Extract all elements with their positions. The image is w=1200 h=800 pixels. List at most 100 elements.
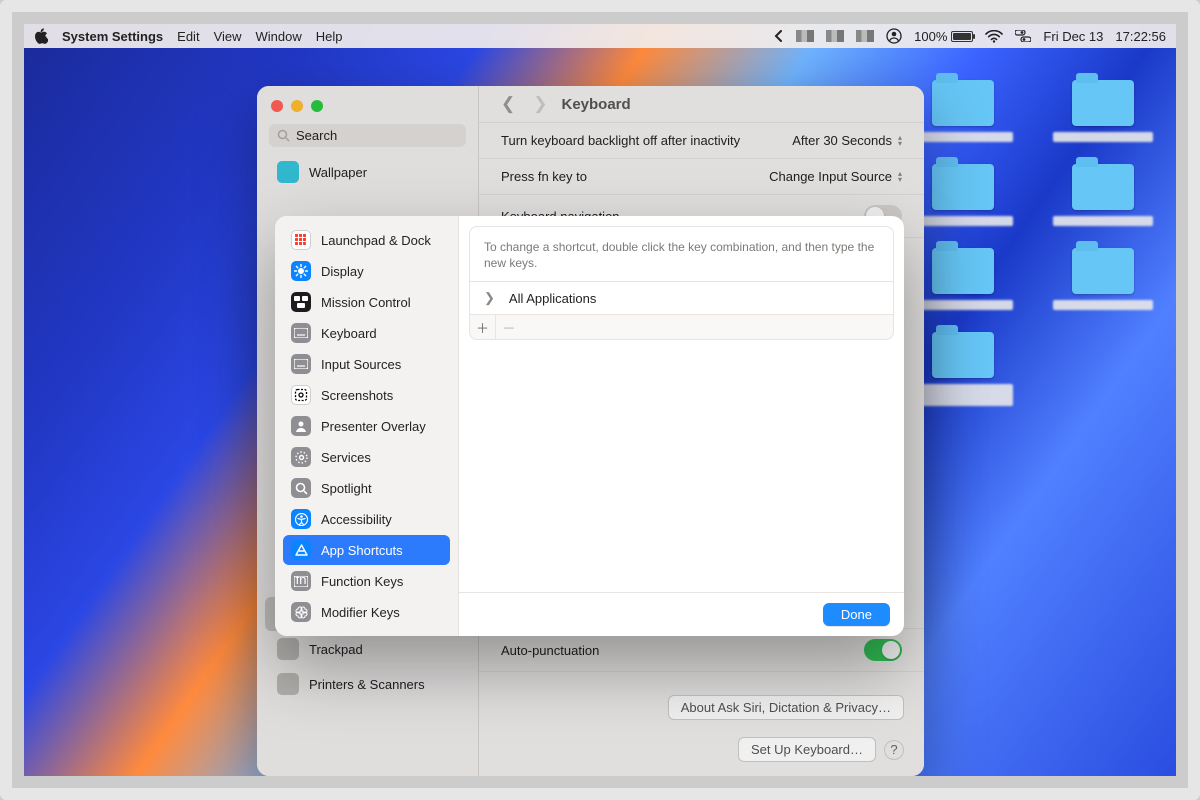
menubar-extra-icon[interactable] <box>796 30 814 42</box>
done-button[interactable]: Done <box>823 603 890 626</box>
trackpad-icon <box>277 638 299 660</box>
add-shortcut-button[interactable]: ＋ <box>470 315 496 339</box>
sheet-sidebar-label: Screenshots <box>321 388 393 403</box>
menubar-item-edit[interactable]: Edit <box>177 29 199 44</box>
sheet-sidebar-item[interactable]: Display <box>283 256 450 286</box>
sheet-sidebar-label: Services <box>321 450 371 465</box>
gear-icon <box>291 447 311 467</box>
sheet-sidebar-label: Modifier Keys <box>321 605 400 620</box>
window-controls <box>257 96 478 120</box>
menubar: System Settings Edit View Window Help 10… <box>24 24 1176 48</box>
sheet-sidebar-label: Input Sources <box>321 357 401 372</box>
menubar-time[interactable]: 17:22:56 <box>1115 29 1166 44</box>
sheet-sidebar: Launchpad & DockDisplayMission ControlKe… <box>275 216 459 636</box>
sheet-sidebar-item[interactable]: Launchpad & Dock <box>283 225 450 255</box>
shortcuts-group-row[interactable]: ❯ All Applications <box>469 282 894 315</box>
sidebar-item-wallpaper[interactable]: Wallpaper <box>265 155 470 189</box>
desktop-folder[interactable] <box>908 248 1018 310</box>
siri-privacy-button[interactable]: About Ask Siri, Dictation & Privacy… <box>668 695 904 720</box>
backlight-value-popup[interactable]: After 30 Seconds ▴▾ <box>792 133 902 148</box>
disclosure-chevron-icon: ❯ <box>484 290 495 306</box>
access-icon <box>291 509 311 529</box>
menubar-date[interactable]: Fri Dec 13 <box>1043 29 1103 44</box>
autopunct-toggle[interactable] <box>864 639 902 661</box>
help-button[interactable]: ? <box>884 740 904 760</box>
row-label: Press fn key to <box>501 169 587 184</box>
sheet-sidebar-item[interactable]: Presenter Overlay <box>283 411 450 441</box>
shortcuts-toolbar: ＋ － <box>469 315 894 340</box>
search-placeholder: Search <box>296 128 337 143</box>
sidebar-item-trackpad[interactable]: Trackpad <box>265 632 470 666</box>
sheet-sidebar-item[interactable]: fn Function Keys <box>283 566 450 596</box>
sheet-sidebar-item[interactable]: Modifier Keys <box>283 597 450 627</box>
desktop-folders <box>908 80 1158 406</box>
battery-icon <box>951 31 973 42</box>
wallpaper-icon <box>277 161 299 183</box>
sheet-sidebar-label: Spotlight <box>321 481 372 496</box>
menubar-extra-icon[interactable] <box>856 30 874 42</box>
mod-icon <box>291 602 311 622</box>
sheet-sidebar-item[interactable]: Input Sources <box>283 349 450 379</box>
desktop-folder[interactable] <box>1048 80 1158 142</box>
menubar-item-view[interactable]: View <box>214 29 242 44</box>
menubar-item-window[interactable]: Window <box>256 29 302 44</box>
remove-shortcut-button[interactable]: － <box>496 315 522 339</box>
shot-icon <box>291 385 311 405</box>
sheet-sidebar-item[interactable]: Spotlight <box>283 473 450 503</box>
desktop-folder[interactable] <box>908 332 1018 406</box>
sheet-sidebar-label: App Shortcuts <box>321 543 403 558</box>
group-label: All Applications <box>509 291 596 306</box>
row-label: Turn keyboard backlight off after inacti… <box>501 133 740 148</box>
sheet-hint: To change a shortcut, double click the k… <box>469 226 894 282</box>
desktop: System Settings Edit View Window Help 10… <box>24 24 1176 776</box>
desktop-folder[interactable] <box>908 164 1018 226</box>
apple-menu-icon[interactable] <box>34 28 48 44</box>
desktop-folder[interactable] <box>1048 164 1158 226</box>
battery-percent: 100% <box>914 29 947 44</box>
nav-forward-button[interactable]: ❯ <box>529 94 551 114</box>
nav-back-button[interactable]: ❮ <box>497 94 519 114</box>
fn-icon: fn <box>291 571 311 591</box>
user-icon[interactable] <box>886 28 902 44</box>
menubar-back-icon[interactable] <box>774 30 784 42</box>
sheet-sidebar-item[interactable]: Mission Control <box>283 287 450 317</box>
kbd-icon <box>291 354 311 374</box>
sheet-sidebar-item[interactable]: Keyboard <box>283 318 450 348</box>
menubar-app-name[interactable]: System Settings <box>62 29 163 44</box>
battery-status[interactable]: 100% <box>914 29 973 44</box>
sheet-sidebar-item[interactable]: Screenshots <box>283 380 450 410</box>
control-center-icon[interactable] <box>1015 30 1031 42</box>
grid-icon <box>291 230 311 250</box>
kbd-icon <box>291 323 311 343</box>
stepper-icon: ▴▾ <box>898 171 902 183</box>
folder-icon <box>1072 248 1134 294</box>
desktop-folder[interactable] <box>1048 248 1158 310</box>
page-title: Keyboard <box>562 96 631 113</box>
stepper-icon: ▴▾ <box>898 135 902 147</box>
sheet-sidebar-item[interactable]: Services <box>283 442 450 472</box>
zoom-window-button[interactable] <box>311 100 323 112</box>
sheet-sidebar-label: Presenter Overlay <box>321 419 426 434</box>
person-icon <box>291 416 311 436</box>
folder-icon <box>932 332 994 378</box>
mag-icon <box>291 478 311 498</box>
folder-icon <box>1072 164 1134 210</box>
fn-value-popup[interactable]: Change Input Source ▴▾ <box>769 169 902 184</box>
settings-search[interactable]: Search <box>269 124 466 147</box>
desktop-folder[interactable] <box>908 80 1018 142</box>
wifi-icon[interactable] <box>985 30 1003 43</box>
menubar-item-help[interactable]: Help <box>316 29 343 44</box>
close-window-button[interactable] <box>271 100 283 112</box>
sun-icon <box>291 261 311 281</box>
sheet-sidebar-item[interactable]: Accessibility <box>283 504 450 534</box>
folder-icon <box>932 164 994 210</box>
sheet-sidebar-item[interactable]: App Shortcuts <box>283 535 450 565</box>
sidebar-item-printers[interactable]: Printers & Scanners <box>265 667 470 701</box>
search-icon <box>277 129 290 142</box>
menubar-extra-icon[interactable] <box>826 30 844 42</box>
sheet-sidebar-label: Function Keys <box>321 574 403 589</box>
minimize-window-button[interactable] <box>291 100 303 112</box>
setup-keyboard-button[interactable]: Set Up Keyboard… <box>738 737 876 762</box>
app-icon <box>291 540 311 560</box>
settings-titlebar: ❮ ❯ Keyboard <box>479 86 924 123</box>
